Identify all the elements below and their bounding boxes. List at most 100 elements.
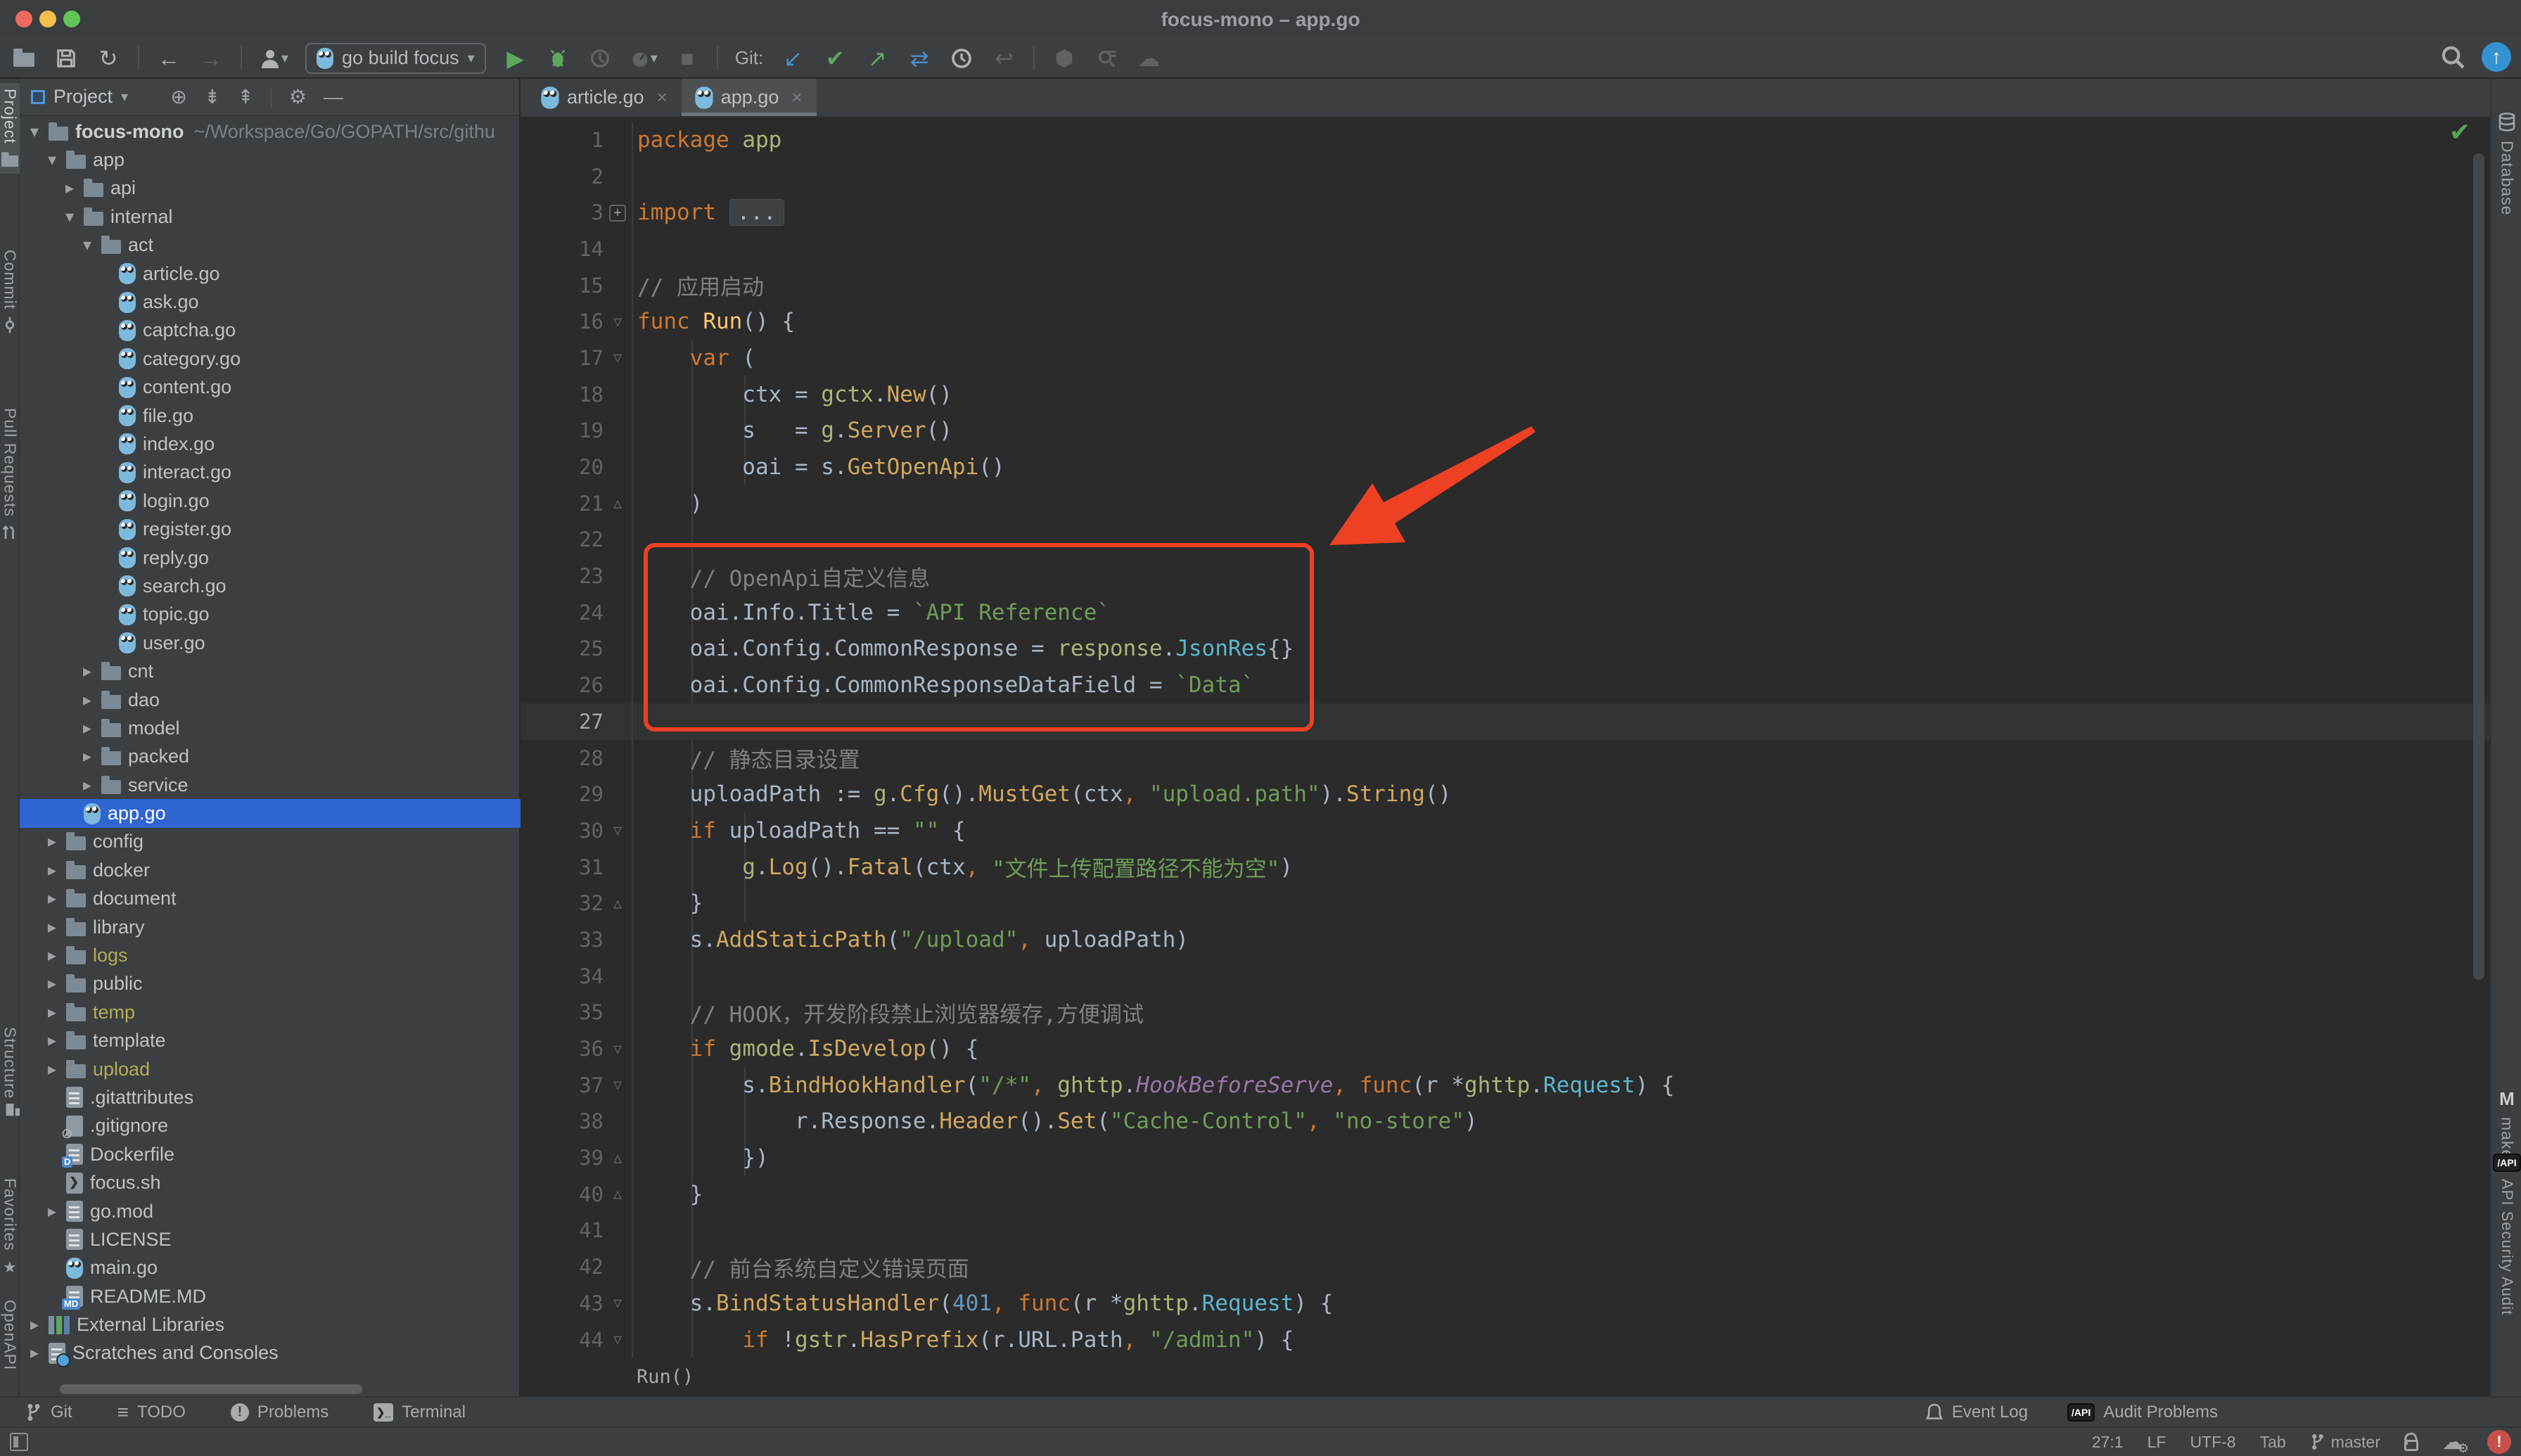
- open-folder-icon[interactable]: [11, 50, 37, 67]
- chevron-closed-icon[interactable]: ▸: [83, 746, 101, 767]
- tree-item-focus.sh[interactable]: focus.sh: [20, 1168, 521, 1196]
- chevron-closed-icon[interactable]: ▸: [48, 917, 66, 938]
- code-line-43[interactable]: 43▿ s.BindStatusHandler(401, func(r *ght…: [521, 1285, 2490, 1322]
- code-line-17[interactable]: 17▿ var (: [521, 340, 2490, 376]
- chevron-closed-icon[interactable]: ▸: [48, 945, 66, 966]
- forward-icon[interactable]: →: [198, 47, 224, 70]
- code-line-29[interactable]: 29 uploadPath := g.Cfg().MustGet(ctx, "u…: [521, 776, 2490, 812]
- tree-item-reply.go[interactable]: reply.go: [20, 544, 521, 572]
- toolwindow-todo[interactable]: ≡ TODO: [117, 1401, 186, 1424]
- code-line-32[interactable]: 32▵ }: [521, 885, 2490, 921]
- audit-problems-button[interactable]: /API Audit Problems: [2067, 1403, 2218, 1422]
- project-panel-hscrollbar[interactable]: [60, 1384, 362, 1394]
- code-line-21[interactable]: 21▵ ): [521, 485, 2490, 522]
- toolwindow-terminal[interactable]: ❯_ Terminal: [374, 1403, 466, 1422]
- tree-item-act[interactable]: ▾act: [20, 231, 521, 260]
- chevron-closed-icon[interactable]: ▸: [30, 1315, 49, 1335]
- chevron-closed-icon[interactable]: ▸: [48, 1030, 66, 1051]
- code-line-34[interactable]: 34: [521, 958, 2490, 995]
- collapse-all-icon[interactable]: ⇞: [237, 85, 253, 108]
- sync-icon[interactable]: ↻: [96, 47, 121, 70]
- chevron-closed-icon[interactable]: ▸: [83, 775, 101, 796]
- tree-item-external-libraries[interactable]: ▸External Libraries: [20, 1310, 521, 1339]
- git-merge-icon[interactable]: ⇄: [907, 47, 932, 70]
- fold-up-icon[interactable]: ▵: [604, 893, 632, 914]
- stripe-tab-make[interactable]: M make: [2491, 1088, 2521, 1159]
- toolwindow-toggle-icon[interactable]: [10, 1433, 28, 1451]
- chevron-closed-icon[interactable]: ▸: [83, 661, 101, 682]
- code-line-20[interactable]: 20 oai = s.GetOpenApi(): [521, 449, 2490, 485]
- tree-item-index.go[interactable]: index.go: [20, 430, 521, 458]
- tree-item-docker[interactable]: ▸docker: [20, 856, 521, 884]
- file-encoding[interactable]: UTF-8: [2190, 1433, 2235, 1452]
- chevron-closed-icon[interactable]: ▸: [48, 1201, 66, 1222]
- stripe-tab-project[interactable]: Project: [0, 83, 20, 174]
- tree-item-dockerfile[interactable]: DDockerfile: [20, 1140, 521, 1168]
- code-line-19[interactable]: 19 s = g.Server(): [521, 413, 2490, 449]
- tree-item-article.go[interactable]: article.go: [20, 260, 521, 288]
- chevron-closed-icon[interactable]: ▸: [30, 1343, 49, 1363]
- stripe-tab-database[interactable]: Database: [2491, 113, 2521, 215]
- tree-item-document[interactable]: ▸document: [20, 885, 521, 913]
- fold-down-icon[interactable]: ▿: [604, 347, 632, 368]
- tree-item-app.go[interactable]: app.go: [20, 799, 521, 827]
- tree-item-dao[interactable]: ▸dao: [20, 686, 521, 714]
- run-with-coverage-icon[interactable]: [587, 48, 613, 69]
- code-line-38[interactable]: 38 r.Response.Header().Set("Cache-Contro…: [521, 1104, 2490, 1140]
- tree-item-.gitattributes[interactable]: .gitattributes: [20, 1083, 521, 1111]
- tree-item-internal[interactable]: ▾internal: [20, 203, 521, 231]
- fold-down-icon[interactable]: ▿: [604, 820, 632, 841]
- expand-all-icon[interactable]: ⇟: [204, 85, 220, 108]
- stripe-tab-favorites[interactable]: Favorites ★: [0, 1173, 20, 1282]
- tab-app-go[interactable]: app.go ×: [682, 79, 817, 116]
- chevron-open-icon[interactable]: ▾: [83, 235, 101, 255]
- code-line-28[interactable]: 28 // 静态目录设置: [521, 740, 2490, 777]
- tree-item-ask.go[interactable]: ask.go: [20, 288, 521, 316]
- cloud-settings-icon[interactable]: ☁⚙: [2442, 1430, 2463, 1455]
- tree-item-logs[interactable]: ▸logs: [20, 941, 521, 969]
- stripe-tab-commit[interactable]: Commit: [0, 244, 20, 339]
- code-line-40[interactable]: 40▵ }: [521, 1176, 2490, 1213]
- stripe-tab-pull-requests[interactable]: Pull Requests: [0, 402, 20, 547]
- tree-item-model[interactable]: ▸model: [20, 714, 521, 742]
- code-line-3[interactable]: 3+import ...: [521, 194, 2490, 231]
- toolwindow-git[interactable]: Git: [25, 1403, 72, 1422]
- git-push-icon[interactable]: ↗: [864, 47, 890, 70]
- code-line-2[interactable]: 2: [521, 158, 2490, 195]
- tab-article-go[interactable]: article.go ×: [528, 79, 682, 116]
- tree-item-scratches-and-consoles[interactable]: ▸Scratches and Consoles: [20, 1339, 521, 1367]
- update-notification-icon[interactable]: ↑: [2482, 42, 2511, 72]
- chevron-closed-icon[interactable]: ▸: [48, 1002, 66, 1023]
- chevron-closed-icon[interactable]: ▸: [83, 718, 101, 739]
- line-ending[interactable]: LF: [2147, 1433, 2166, 1452]
- inspections-error-icon[interactable]: !: [2487, 1430, 2511, 1454]
- code-line-37[interactable]: 37▿ s.BindHookHandler("/*", ghttp.HookBe…: [521, 1067, 2490, 1104]
- fold-down-icon[interactable]: ▿: [604, 1293, 632, 1313]
- chevron-closed-icon[interactable]: ▸: [65, 178, 84, 198]
- fold-down-icon[interactable]: ▿: [604, 1039, 632, 1059]
- tree-item-readme.md[interactable]: MDREADME.MD: [20, 1282, 521, 1310]
- code-line-18[interactable]: 18 ctx = gctx.New(): [521, 376, 2490, 413]
- code-line-42[interactable]: 42 // 前台系统自定义错误页面: [521, 1249, 2490, 1285]
- tree-item-content.go[interactable]: content.go: [20, 373, 521, 402]
- tree-item-license[interactable]: LICENSE: [20, 1225, 521, 1253]
- tree-item-file.go[interactable]: file.go: [20, 402, 521, 430]
- stripe-tab-structure[interactable]: Structure: [0, 1021, 20, 1124]
- chevron-closed-icon[interactable]: ▸: [83, 690, 101, 710]
- chevron-closed-icon[interactable]: ▸: [48, 973, 66, 994]
- tree-item-register.go[interactable]: register.go: [20, 515, 521, 543]
- fold-up-icon[interactable]: ▵: [604, 493, 632, 513]
- code-line-30[interactable]: 30▿ if uploadPath == "" {: [521, 812, 2490, 849]
- fold-up-icon[interactable]: ▵: [604, 1148, 632, 1168]
- tree-item-.gitignore[interactable]: .gitignore: [20, 1112, 521, 1140]
- run-button[interactable]: ▶: [503, 47, 528, 70]
- caret-position[interactable]: 27:1: [2092, 1433, 2124, 1452]
- fold-down-icon[interactable]: ▿: [604, 1075, 632, 1095]
- tree-item-template[interactable]: ▸template: [20, 1027, 521, 1055]
- toolwindow-problems[interactable]: ! Problems: [231, 1403, 328, 1422]
- debug-button[interactable]: [545, 47, 570, 70]
- code-line-36[interactable]: 36▿ if gmode.IsDevelop() {: [521, 1030, 2490, 1067]
- search-everywhere-dim-icon[interactable]: [1094, 48, 1119, 69]
- editor-scrollbar[interactable]: [2473, 153, 2484, 980]
- code-line-35[interactable]: 35 // HOOK，开发阶段禁止浏览器缓存,方便调试: [521, 995, 2490, 1031]
